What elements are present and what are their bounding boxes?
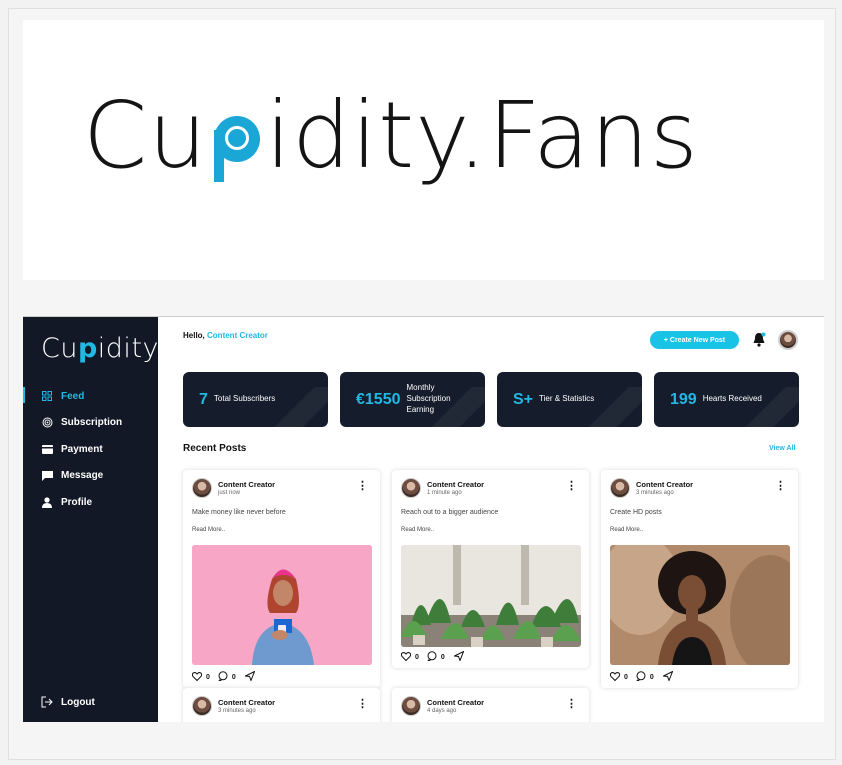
more-vertical-icon[interactable]: ⋮ bbox=[357, 481, 368, 492]
target-icon bbox=[41, 417, 53, 429]
avatar[interactable] bbox=[192, 478, 212, 498]
read-more-link[interactable]: Read More.. bbox=[610, 527, 643, 533]
stat-tier: S+ Tier & Statistics bbox=[497, 372, 642, 427]
stat-monthly-earning: €1550 Monthly Subscription Earning bbox=[340, 372, 485, 427]
post-card: Content Creator just now ⋮ Make money li… bbox=[183, 470, 380, 688]
sidebar-item-profile[interactable]: Profile bbox=[23, 489, 158, 515]
comment-icon[interactable] bbox=[426, 651, 437, 663]
greeting: Hello, Content Creator bbox=[183, 331, 268, 340]
view-all-link[interactable]: View All bbox=[769, 445, 795, 452]
sidebar-nav: Feed Subscription Payment Message Profil… bbox=[23, 383, 158, 516]
avatar[interactable] bbox=[401, 478, 421, 498]
main-content: Hello, Content Creator + Create New Post… bbox=[158, 317, 824, 722]
more-vertical-icon[interactable]: ⋮ bbox=[566, 699, 577, 710]
post-actions: 0 0 bbox=[400, 650, 465, 663]
share-icon[interactable] bbox=[243, 670, 256, 683]
recent-posts-title: Recent Posts bbox=[183, 443, 247, 454]
heart-icon[interactable] bbox=[609, 671, 621, 683]
heart-icon[interactable] bbox=[400, 651, 412, 663]
post-actions: 0 0 bbox=[609, 670, 674, 683]
message-icon bbox=[41, 470, 53, 482]
stat-total-subscribers: 7 Total Subscribers bbox=[183, 372, 328, 427]
avatar[interactable] bbox=[610, 478, 630, 498]
post-actions: 0 0 bbox=[191, 670, 256, 683]
avatar[interactable] bbox=[192, 696, 212, 716]
logo-banner: Cu idity.Fans bbox=[23, 20, 824, 280]
sidebar-item-message[interactable]: Message bbox=[23, 463, 158, 489]
post-image[interactable] bbox=[401, 545, 581, 647]
stat-hearts: 199 Hearts Received bbox=[654, 372, 799, 427]
logo-p-glyph bbox=[208, 90, 266, 182]
post-text: Create HD posts bbox=[610, 509, 662, 516]
share-icon[interactable] bbox=[452, 650, 465, 663]
sidebar-item-feed[interactable]: Feed bbox=[23, 383, 158, 409]
avatar[interactable] bbox=[778, 330, 798, 350]
comment-icon[interactable] bbox=[217, 671, 228, 683]
heart-icon[interactable] bbox=[191, 671, 203, 683]
post-card: Content Creator 3 minutes ago ⋮ bbox=[183, 688, 380, 722]
card-icon bbox=[41, 443, 53, 455]
logout-icon bbox=[41, 696, 53, 708]
user-icon bbox=[41, 496, 53, 508]
grid-icon bbox=[41, 390, 53, 402]
post-card: Content Creator 3 minutes ago ⋮ Create H… bbox=[601, 470, 798, 688]
more-vertical-icon[interactable]: ⋮ bbox=[775, 481, 786, 492]
logout-button[interactable]: Logout bbox=[41, 696, 95, 708]
post-card: Content Creator 4 days ago ⋮ bbox=[392, 688, 589, 722]
more-vertical-icon[interactable]: ⋮ bbox=[566, 481, 577, 492]
brand-logo: Cu idity.Fans bbox=[83, 82, 699, 189]
post-text: Reach out to a bigger audience bbox=[401, 509, 499, 516]
app-window: Cupidity Feed Subscription Payment Messa… bbox=[23, 316, 824, 722]
comment-icon[interactable] bbox=[635, 671, 646, 683]
post-image[interactable] bbox=[192, 545, 372, 665]
sidebar-logo[interactable]: Cupidity bbox=[41, 333, 159, 364]
create-new-post-button[interactable]: + Create New Post bbox=[650, 331, 739, 349]
bell-icon[interactable] bbox=[752, 332, 766, 348]
read-more-link[interactable]: Read More.. bbox=[401, 527, 434, 533]
sidebar: Cupidity Feed Subscription Payment Messa… bbox=[23, 317, 159, 722]
post-text: Make money like never before bbox=[192, 509, 286, 516]
read-more-link[interactable]: Read More.. bbox=[192, 527, 225, 533]
sidebar-item-payment[interactable]: Payment bbox=[23, 436, 158, 462]
post-image[interactable] bbox=[610, 545, 790, 665]
share-icon[interactable] bbox=[661, 670, 674, 683]
post-card: Content Creator 1 minute ago ⋮ Reach out… bbox=[392, 470, 589, 668]
more-vertical-icon[interactable]: ⋮ bbox=[357, 699, 368, 710]
avatar[interactable] bbox=[401, 696, 421, 716]
sidebar-item-subscription[interactable]: Subscription bbox=[23, 410, 158, 436]
